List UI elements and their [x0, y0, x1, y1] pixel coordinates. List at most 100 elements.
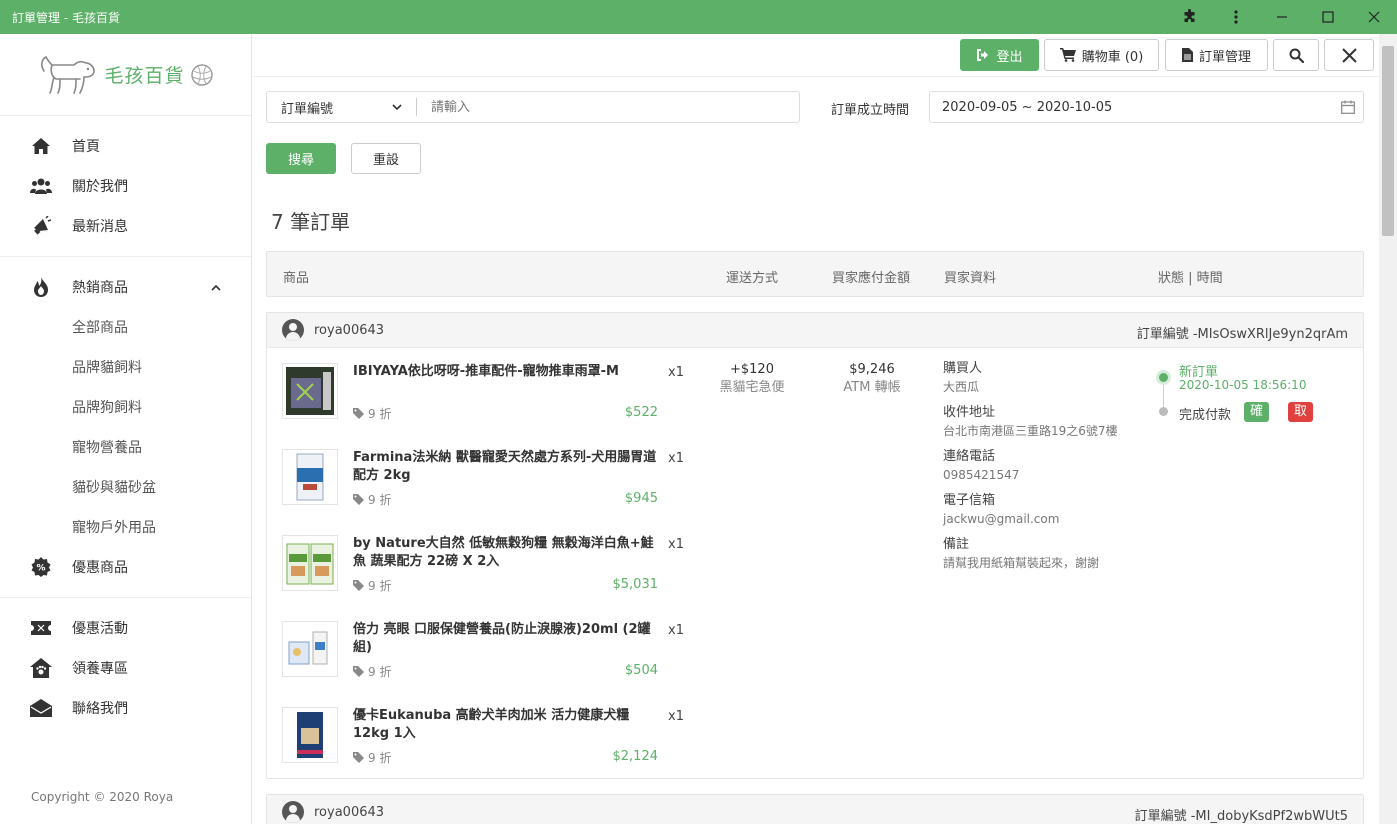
sidebar-item-label: 優惠活動	[72, 621, 128, 637]
close-window-icon[interactable]	[1351, 0, 1397, 34]
product-row: 優卡Eukanuba 高齡犬羊肉加米 活力健康犬糧12kg 1入 x1 9 折 …	[282, 707, 687, 767]
product-discount: 9 折	[353, 405, 391, 422]
product-name[interactable]: 倍力 亮眼 口服保健營養品(防止淚腺液)20ml (2罐組)	[353, 621, 658, 657]
search-submit-button[interactable]: 搜尋	[266, 143, 336, 174]
extension-icon[interactable]	[1167, 0, 1213, 34]
product-qty: x1	[668, 537, 684, 552]
logo[interactable]: 毛孩百貨	[0, 34, 251, 116]
cart-button[interactable]: 購物車 (0)	[1044, 39, 1159, 71]
sidebar-subitem-cat-food[interactable]: 品牌貓飼料	[0, 347, 251, 387]
sidebar-item-home[interactable]: 首頁	[0, 126, 251, 166]
table-header: 商品 運送方式 買家應付金額 買家資料 狀態 | 時間	[266, 251, 1364, 297]
product-discount-text: 9 折	[368, 579, 392, 593]
orders-button[interactable]: 訂單管理	[1165, 39, 1268, 71]
product-discount: 9 折	[353, 491, 391, 508]
svg-text:%: %	[36, 564, 45, 574]
header-product: 商品	[283, 271, 310, 286]
payment-method: ATM 轉帳	[843, 380, 901, 395]
sidebar-subitem-litter[interactable]: 貓砂與貓砂盆	[0, 467, 251, 507]
reset-button[interactable]: 重設	[351, 143, 421, 174]
product-price: $945	[624, 491, 658, 506]
minimize-icon[interactable]	[1259, 0, 1305, 34]
file-icon	[1181, 48, 1193, 62]
buyer-name: 大西瓜	[943, 380, 980, 394]
product-discount: 9 折	[353, 749, 391, 766]
product-qty: x1	[668, 365, 684, 380]
date-range-picker[interactable]: 2020-09-05 ~ 2020-10-05	[929, 91, 1364, 123]
product-name[interactable]: by Nature大自然 低敏無穀狗糧 無穀海洋白魚+鮭魚 蔬果配方 22磅 X…	[353, 535, 658, 571]
sidebar-item-about[interactable]: 關於我們	[0, 166, 251, 206]
cancel-order-button[interactable]: 取消	[1288, 402, 1314, 439]
product-price: $522	[624, 405, 658, 420]
status-next: 完成付款	[1179, 408, 1232, 423]
nav-section-products: 熱銷商品 全部商品 品牌貓飼料 品牌狗飼料 寵物營養品 貓砂與貓砂盆 寵物戶外用…	[0, 257, 251, 598]
product-thumbnail[interactable]	[282, 707, 338, 763]
sidebar-subitem-dog-food[interactable]: 品牌狗飼料	[0, 387, 251, 427]
product-thumbnail[interactable]	[282, 449, 338, 505]
logout-label: 登出	[996, 49, 1023, 65]
product-price: $2,124	[612, 749, 659, 764]
sidebar-subitem-all[interactable]: 全部商品	[0, 307, 251, 347]
product-thumbnail[interactable]	[282, 621, 338, 677]
nav-section-other: 優惠活動 領養專區 聯絡我們	[0, 598, 251, 738]
sidebar-item-label: 聯絡我們	[72, 701, 128, 717]
product-discount: 9 折	[353, 663, 391, 680]
product-name[interactable]: 優卡Eukanuba 高齡犬羊肉加米 活力健康犬糧12kg 1入	[353, 707, 658, 743]
product-price: $5,031	[612, 577, 659, 592]
timeline-dot-next	[1159, 407, 1168, 416]
order-count: 7 筆訂單	[271, 210, 351, 234]
close-icon	[1341, 47, 1357, 63]
product-qty: x1	[668, 451, 684, 466]
payment-total: $9,246	[849, 362, 895, 377]
header-status: 狀態 | 時間	[1158, 271, 1223, 286]
chevron-up-icon[interactable]	[211, 279, 221, 295]
calendar-icon	[1341, 100, 1355, 114]
sidebar-subitem-outdoor[interactable]: 寵物戶外用品	[0, 507, 251, 547]
ticket-icon	[30, 617, 52, 639]
confirm-payment-button[interactable]: 確定	[1244, 402, 1270, 439]
logout-button[interactable]: 登出	[960, 39, 1039, 71]
sidebar-item-adoption[interactable]: 領養專區	[0, 648, 251, 688]
sidebar-item-hot[interactable]: 熱銷商品	[0, 267, 251, 307]
percent-icon: %	[30, 556, 52, 578]
order-card: roya00643 訂單編號 -MI_dobyKsdPf2wbWUt5	[266, 794, 1364, 824]
orders-label: 訂單管理	[1198, 49, 1251, 65]
order-card: roya00643 訂單編號 -MIsOswXRlJe9yn2qrAm IBIY…	[266, 312, 1364, 779]
header-amount: 買家應付金額	[832, 271, 911, 286]
cart-label: 購物車 (0)	[1081, 49, 1144, 65]
buyer-info: 購買人 大西瓜 收件地址 台北市南港區三重路19之6號7樓 連絡電話 09854…	[943, 361, 1118, 571]
email-label: 電子信箱	[943, 493, 996, 508]
fire-icon	[30, 276, 52, 298]
brand-name: 毛孩百貨	[104, 65, 185, 87]
search-button[interactable]	[1273, 39, 1319, 71]
product-discount-text: 9 折	[368, 493, 392, 507]
nav-section-main: 首頁 關於我們 最新消息	[0, 116, 251, 257]
product-name[interactable]: Farmina法米納 獸醫寵愛天然處方系列-犬用腸胃道配方 2kg	[353, 449, 658, 485]
product-name[interactable]: IBIYAYA依比呀呀-推車配件-寵物推車雨罩-M	[353, 363, 658, 381]
main-content: 登出 購物車 (0) 訂單管理 訂單編號 訂單成立時間 2020-09-05 ~…	[253, 34, 1379, 824]
sidebar-item-label: 最新消息	[72, 219, 128, 235]
copyright: Copyright © 2020 Roya	[31, 790, 174, 804]
scrollbar-thumb[interactable]	[1382, 46, 1394, 236]
sidebar-item-promotions[interactable]: 優惠活動	[0, 608, 251, 648]
sidebar-subitem-nutrition[interactable]: 寵物營養品	[0, 427, 251, 467]
product-row: by Nature大自然 低敏無穀狗糧 無穀海洋白魚+鮭魚 蔬果配方 22磅 X…	[282, 535, 687, 595]
tag-icon	[353, 752, 364, 763]
sidebar-item-contact[interactable]: 聯絡我們	[0, 688, 251, 728]
shipping-info: +$120 黑貓宅急便	[707, 361, 797, 397]
sidebar-item-news[interactable]: 最新消息	[0, 206, 251, 246]
window-title: 訂單管理 - 毛孩百貨	[12, 10, 120, 25]
maximize-icon[interactable]	[1305, 0, 1351, 34]
close-button[interactable]	[1324, 39, 1374, 71]
date-label: 訂單成立時間	[831, 103, 910, 118]
product-thumbnail[interactable]	[282, 535, 338, 591]
product-thumbnail[interactable]	[282, 363, 338, 419]
order-username: roya00643	[314, 323, 385, 338]
sidebar-item-discount[interactable]: % 優惠商品	[0, 547, 251, 587]
dog-logo-icon	[41, 55, 96, 94]
search-type-select[interactable]: 訂單編號	[267, 98, 417, 117]
scrollbar[interactable]	[1379, 34, 1397, 824]
menu-dots-icon[interactable]	[1213, 0, 1259, 34]
search-input[interactable]	[431, 99, 771, 115]
status-time: 2020-10-05 18:56:10	[1179, 378, 1307, 392]
